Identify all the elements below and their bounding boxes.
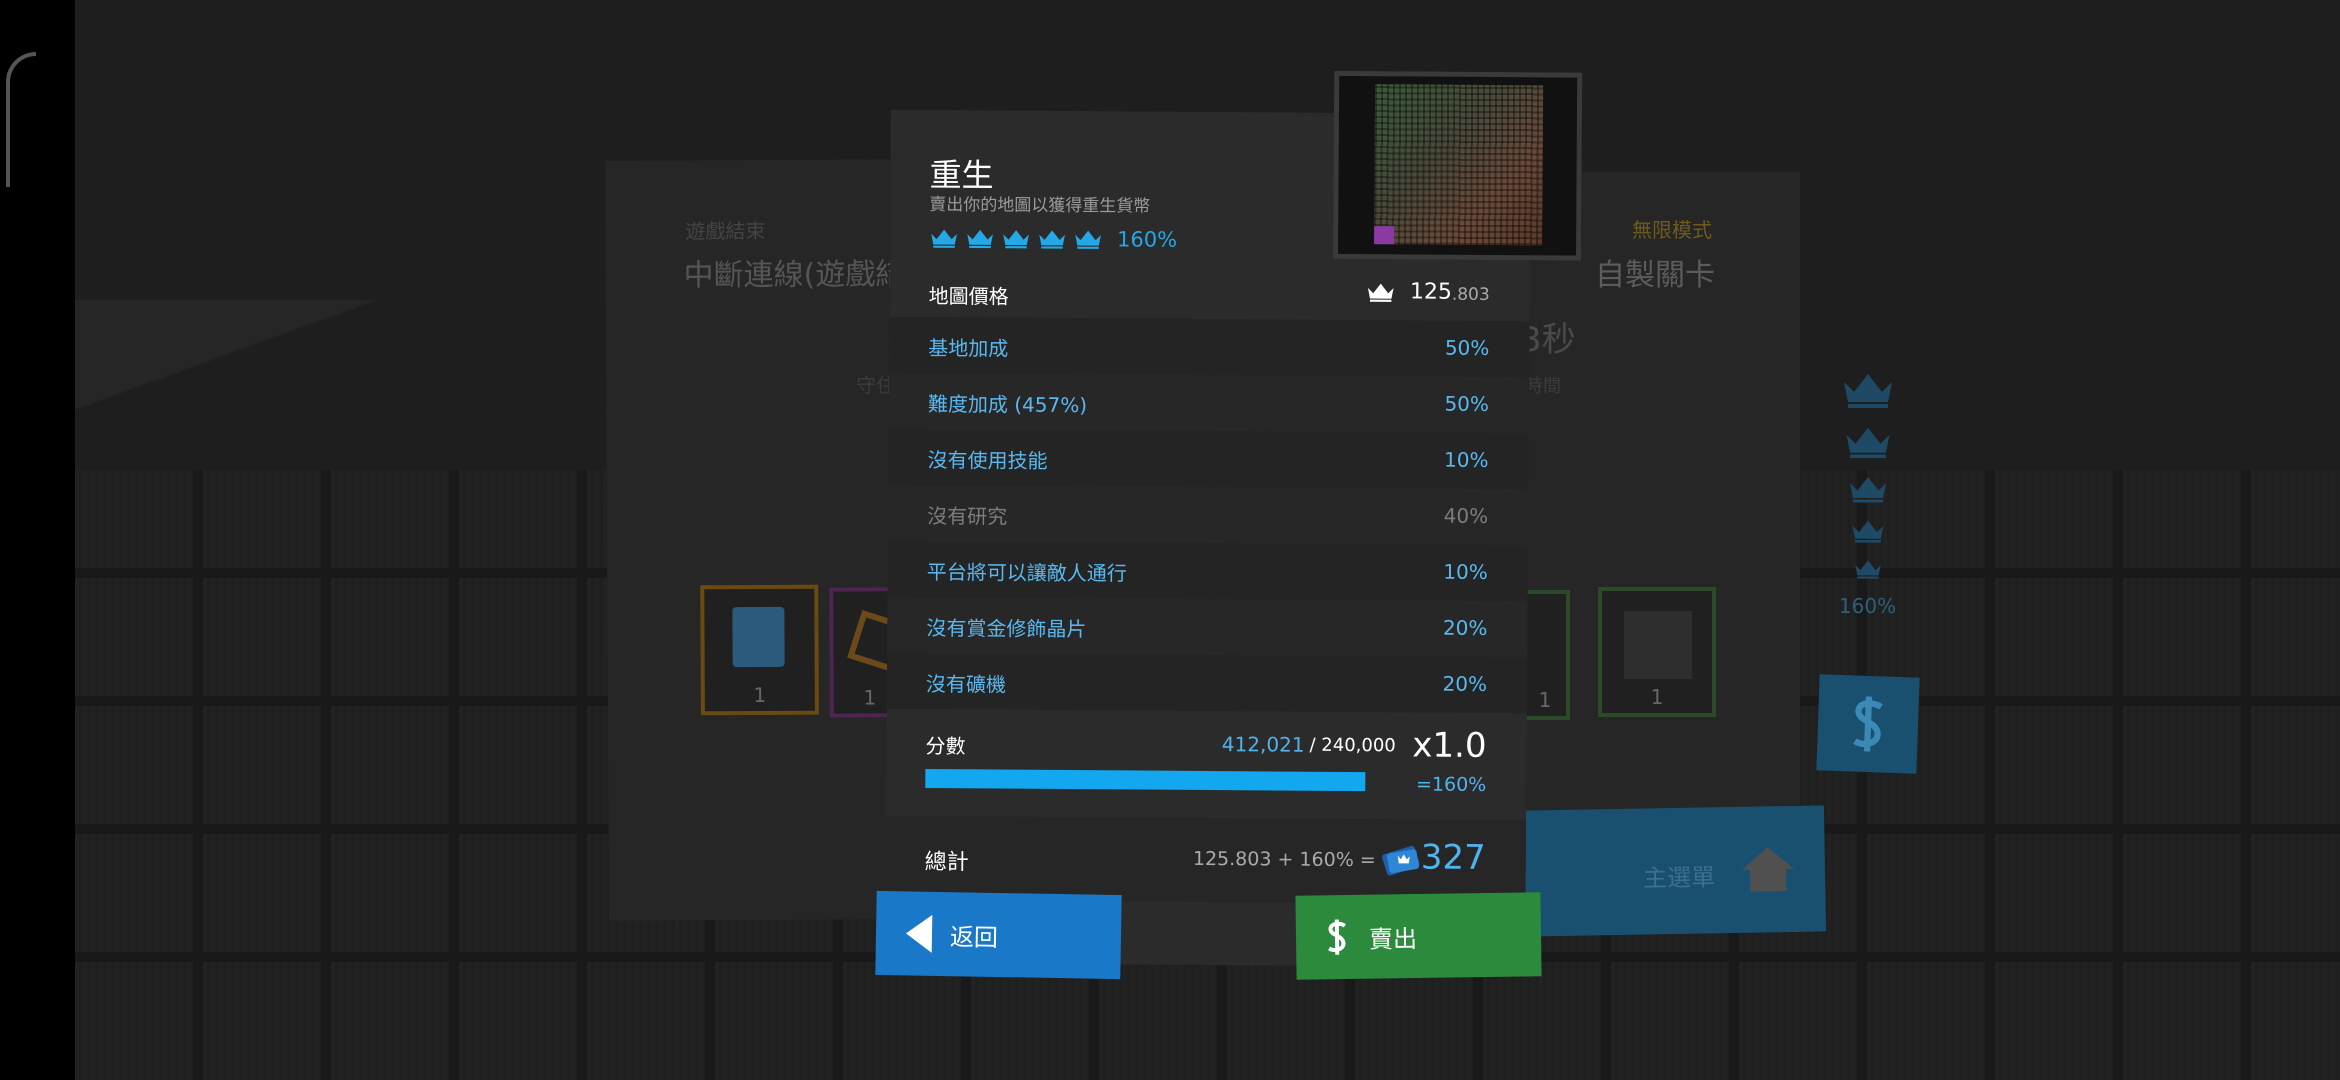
back-button[interactable]: 返回: [875, 890, 1122, 980]
bonus-row-base: 基地加成 50%: [889, 316, 1530, 378]
bonus-label: 沒有礦機: [925, 672, 1007, 697]
crown-icon: [1849, 477, 1886, 503]
dialog-subtitle: 賣出你的地圖以獲得重生貨幣: [929, 195, 1151, 217]
bonus-row-platforms: 平台將可以讓敵人通行 10%: [887, 540, 1528, 602]
crown-icon: [1843, 374, 1892, 408]
background-card-game-over: 遊戲結束 中斷連線(遊戲結 守住 1 1: [605, 159, 910, 921]
dollar-icon: [1853, 696, 1883, 752]
total-formula: 125.803 + 160% =: [1192, 847, 1376, 872]
bonus-label: 沒有使用技能: [927, 448, 1048, 473]
endless-mode-label: 無限模式: [1632, 218, 1712, 242]
bonus-list: 基地加成 50% 難度加成 (457%) 50% 沒有使用技能 10% 沒有研究…: [886, 316, 1530, 714]
game-over-title: 中斷連線(遊戲結: [683, 257, 906, 294]
map-price-int: 125: [1409, 279, 1452, 305]
bonus-value: 10%: [1443, 559, 1488, 584]
card-pack-icon: [732, 606, 785, 668]
crown-icon: [1854, 560, 1881, 579]
home-icon: [1741, 847, 1794, 892]
difficulty-crowns: 160%: [929, 223, 1177, 255]
main-menu-label: 主選單: [1642, 863, 1716, 893]
score-progress-bar: [925, 769, 1366, 792]
dollar-icon: [1321, 915, 1354, 959]
item-count: 1: [753, 682, 767, 708]
crown-icon: [1852, 520, 1883, 543]
bonus-value: 50%: [1444, 391, 1490, 416]
bonus-value: 10%: [1444, 447, 1489, 472]
map-preview-core: [1374, 226, 1395, 245]
total-row: 總計 125.803 + 160% = 327: [885, 815, 1527, 905]
background-main-menu-button: 主選單: [1523, 805, 1827, 937]
bonus-value: 20%: [1442, 671, 1488, 696]
total-label: 總計: [924, 850, 969, 876]
game-over-label: 遊戲結束: [685, 218, 766, 244]
bonus-row-no-abilities: 沒有使用技能 10%: [888, 428, 1529, 490]
map-price-dec: .803: [1451, 284, 1490, 305]
game-screen: 遊戲結束 中斷連線(遊戲結 守住 1 1 無限模式 自製關卡 3秒 時間 1 1…: [0, 0, 2340, 1080]
score-current: 412,021: [1221, 732, 1305, 757]
reward-item-research: 1: [1598, 587, 1716, 717]
map-price-row: 地圖價格 125 .803: [890, 272, 1530, 320]
crown-icon: [967, 229, 993, 249]
bonus-row-no-bounty-chips: 沒有賞金修飾晶片 20%: [887, 596, 1528, 658]
reward-item-card: 1: [700, 584, 819, 716]
item-count: 1: [1650, 685, 1664, 709]
score-multiplier: x1.0: [1412, 725, 1487, 766]
back-button-label: 返回: [949, 922, 999, 952]
difficulty-crown-column: 160%: [1830, 370, 1905, 618]
research-icon: [1624, 611, 1692, 679]
crown-percent: 160%: [1838, 594, 1897, 618]
bonus-label: 平台將可以讓敵人通行: [926, 560, 1127, 586]
crown-icon: [1075, 230, 1101, 249]
score-multiplier-percent: =160%: [1415, 773, 1487, 796]
background-sell-button: [1816, 674, 1920, 774]
bonus-value: 20%: [1442, 615, 1488, 640]
bonus-label: 基地加成: [928, 336, 1009, 361]
item-count: 1: [1538, 688, 1552, 712]
custom-level-title: 自製關卡: [1595, 258, 1715, 293]
prestige-ticket-icon: [1382, 845, 1420, 876]
crown-icon: [1039, 230, 1065, 249]
score-section: 分數 412,021 / 240,000 x1.0 =160%: [886, 710, 1527, 814]
background-ramp: [75, 300, 595, 470]
total-value: 327: [1420, 837, 1486, 878]
crown-icon: [1368, 283, 1394, 302]
bonus-label: 難度加成 (457%): [927, 392, 1088, 418]
sell-button-label: 賣出: [1368, 924, 1418, 954]
crown-icon: [1003, 230, 1029, 249]
sell-button[interactable]: 賣出: [1295, 892, 1542, 980]
map-price-value: 125 .803: [1366, 279, 1490, 305]
bonus-label: 沒有研究: [927, 504, 1008, 529]
crown-icon: [931, 229, 957, 248]
difficulty-percent: 160%: [1117, 227, 1178, 252]
map-preview-grid: [1374, 84, 1544, 246]
bonus-label: 沒有賞金修飾晶片: [926, 616, 1087, 642]
map-preview-thumbnail: [1332, 70, 1583, 261]
bonus-row-no-miners: 沒有礦機 20%: [886, 652, 1528, 714]
score-label: 分數: [925, 734, 966, 759]
bonus-value: 40%: [1443, 503, 1489, 528]
bonus-row-no-research: 沒有研究 40%: [887, 484, 1529, 546]
back-arrow-icon: [904, 912, 935, 955]
bonus-value: 50%: [1444, 335, 1490, 360]
map-price-label: 地圖價格: [928, 284, 1009, 309]
edge-gesture-handle[interactable]: [6, 52, 36, 187]
bonus-row-difficulty: 難度加成 (457%) 50%: [888, 372, 1530, 434]
score-max: / 240,000: [1309, 734, 1396, 757]
sell-map-dialog: 重生 賣出你的地圖以獲得重生貨幣 160% 地圖價格 125 .803 基地加成…: [885, 70, 1583, 968]
left-edge-strip: [0, 0, 75, 1080]
crown-icon: [1846, 427, 1889, 459]
time-label: 時間: [1525, 376, 1561, 397]
